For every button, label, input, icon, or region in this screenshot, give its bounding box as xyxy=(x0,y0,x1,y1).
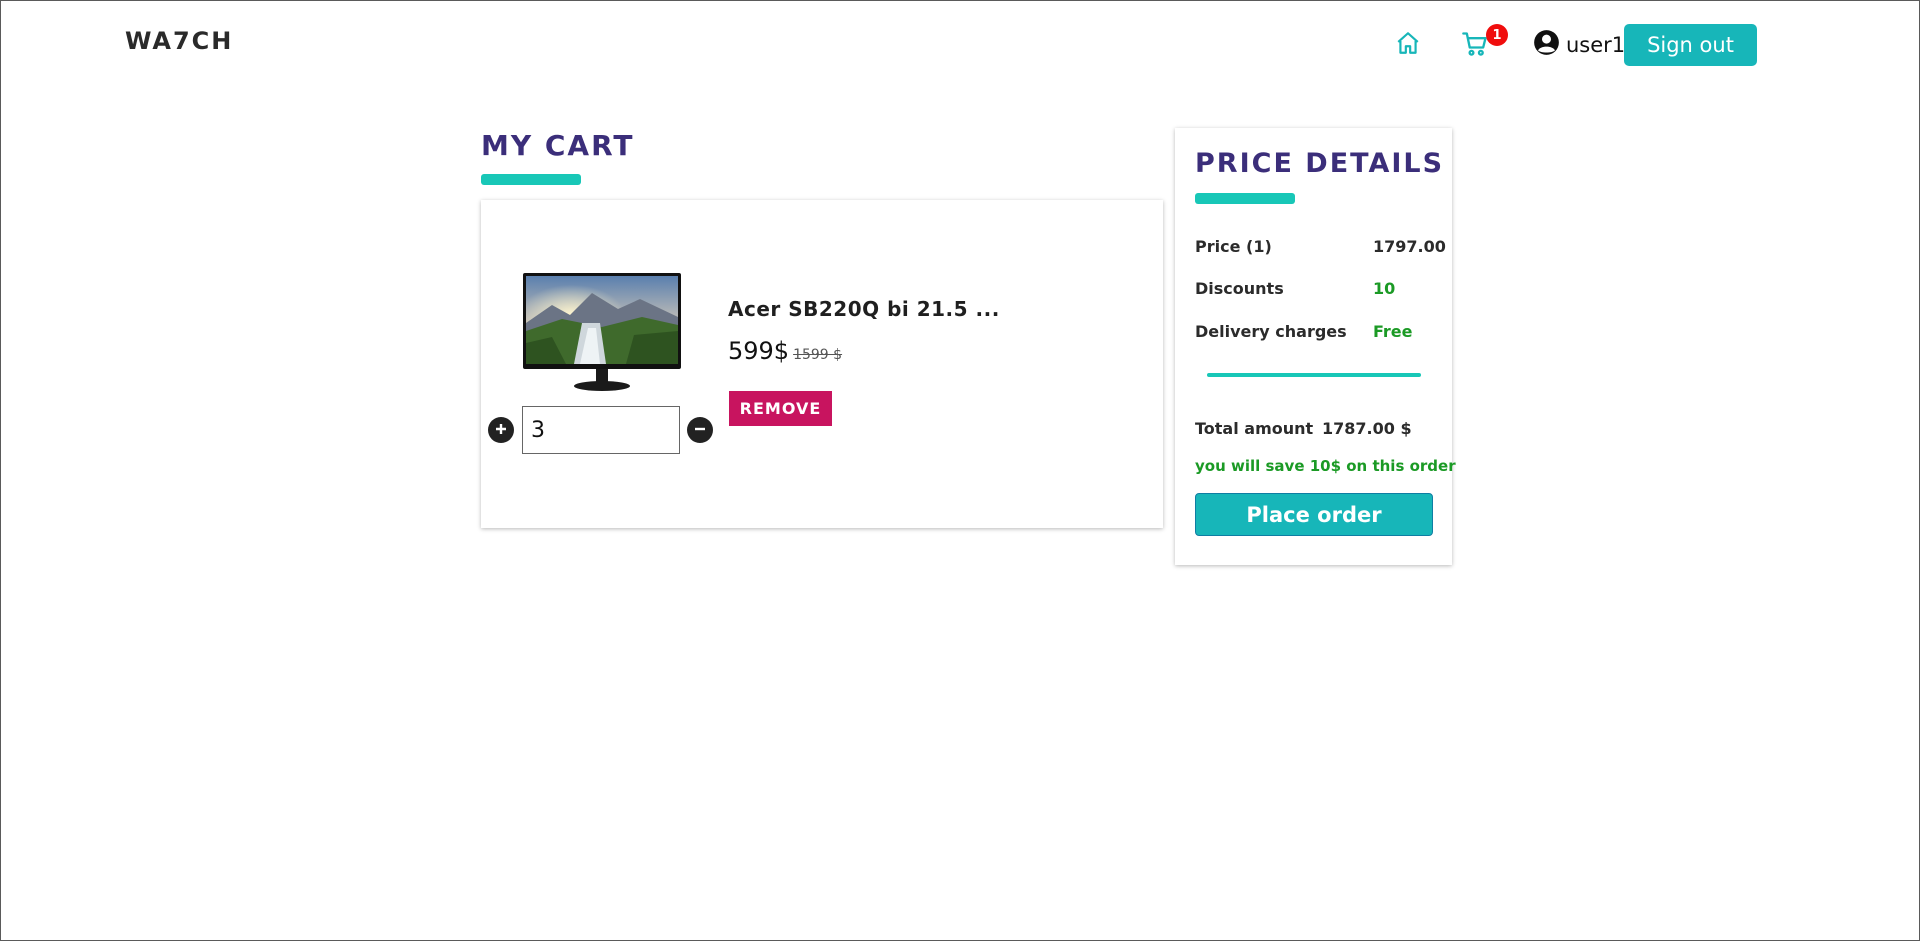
total-amount-value: 1787.00 $ xyxy=(1322,419,1412,438)
product-name[interactable]: Acer SB220Q bi 21.5 ... xyxy=(728,297,1000,321)
cart-count-badge: 1 xyxy=(1486,24,1508,46)
user-menu[interactable]: user1 xyxy=(1533,29,1625,60)
discounts-value: 10 xyxy=(1373,279,1396,298)
username-label: user1 xyxy=(1566,32,1626,57)
quantity-input[interactable] xyxy=(522,406,680,454)
price-label: Price (1) xyxy=(1195,237,1272,256)
product-price: 599$ xyxy=(728,337,790,365)
total-amount-label: Total amount xyxy=(1195,419,1314,438)
price-value: 1797.00 xyxy=(1373,237,1446,256)
product-price-row: 599$ 1599 $ xyxy=(728,337,842,365)
delivery-charges-value: Free xyxy=(1373,322,1413,341)
product-original-price: 1599 $ xyxy=(793,347,843,363)
price-details-underline xyxy=(1195,193,1295,204)
home-link[interactable] xyxy=(1393,30,1423,60)
product-image[interactable] xyxy=(522,273,682,393)
place-order-button[interactable]: Place order xyxy=(1195,493,1433,536)
remove-item-button[interactable]: REMOVE xyxy=(729,391,832,426)
quantity-decrease-button[interactable] xyxy=(687,417,713,443)
cart-title: MY CART xyxy=(481,129,635,162)
cart-title-underline xyxy=(481,174,581,185)
home-icon xyxy=(1395,30,1421,60)
quantity-increase-button[interactable] xyxy=(488,417,514,443)
user-circle-icon xyxy=(1533,29,1560,60)
price-details-title: PRICE DETAILS xyxy=(1195,148,1445,179)
price-details-divider xyxy=(1207,373,1421,377)
savings-note: you will save 10$ on this order xyxy=(1195,457,1456,475)
sign-out-button[interactable]: Sign out xyxy=(1624,24,1757,66)
minus-icon xyxy=(693,421,707,440)
brand-logo[interactable]: WA7CH xyxy=(125,27,233,55)
discounts-label: Discounts xyxy=(1195,279,1284,298)
delivery-charges-label: Delivery charges xyxy=(1195,322,1347,341)
plus-icon xyxy=(494,421,508,440)
